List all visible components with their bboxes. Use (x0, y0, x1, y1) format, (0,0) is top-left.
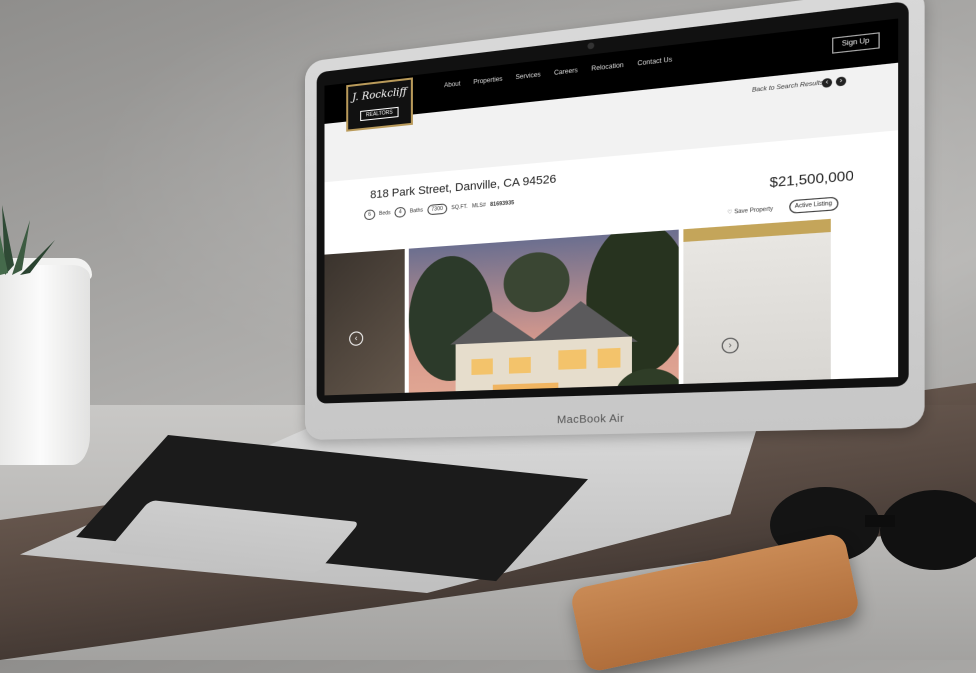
chevron-right-icon[interactable]: › (835, 76, 847, 87)
property-address: 818 Park Street, Danville, CA 94526 (370, 172, 557, 202)
mls-number: 81693935 (490, 199, 515, 209)
nav-properties[interactable]: Properties (473, 76, 502, 86)
gallery-photo-next[interactable]: › (683, 218, 831, 396)
heart-icon: ♡ (727, 209, 733, 217)
baths-count: 4 (394, 206, 406, 218)
chevron-right-icon[interactable]: › (721, 337, 739, 354)
site-logo[interactable]: J. Rockcliff REALTORS (346, 77, 413, 132)
sqft-value: 7300 (427, 203, 448, 216)
laptop-brand-label: MacBook Air (557, 413, 625, 427)
gallery-photo-prev[interactable]: ‹ (324, 248, 405, 396)
beds-label: Beds (379, 210, 391, 218)
baths-label: Baths (409, 207, 424, 215)
laptop-lid: About Properties Services Careers Reloca… (305, 0, 925, 440)
main-nav: About Properties Services Careers Reloca… (444, 57, 672, 89)
nav-relocation[interactable]: Relocation (591, 63, 623, 73)
property-specs: 6 Beds 4 Baths 7300 SQ.FT. MLS# 81693935 (364, 198, 515, 221)
save-property-link[interactable]: ♡ Save Property (727, 206, 773, 216)
photo-gallery: ‹ › (324, 214, 899, 396)
sqft-label: SQ.FT. (451, 203, 468, 212)
nav-about[interactable]: About (444, 81, 460, 89)
camera-icon (586, 42, 594, 50)
gallery-photo-main[interactable] (408, 229, 679, 396)
screen-bezel: About Properties Services Careers Reloca… (316, 0, 909, 404)
logo-sub: REALTORS (360, 106, 399, 122)
beds-count: 6 (364, 209, 376, 221)
chevron-left-icon[interactable]: ‹ (821, 77, 833, 88)
save-property-label: Save Property (734, 205, 774, 216)
house-photo (408, 229, 679, 396)
succulent-plant (0, 205, 55, 275)
property-price: $21,500,000 (769, 167, 854, 191)
plant-pot (0, 265, 90, 465)
mls-label: MLS# (471, 202, 486, 210)
nav-services[interactable]: Services (516, 72, 541, 81)
nav-contact-us[interactable]: Contact Us (637, 57, 672, 68)
website-screen: About Properties Services Careers Reloca… (324, 18, 899, 396)
logo-name: J. Rockcliff (352, 86, 407, 104)
sign-up-button[interactable]: Sign Up (831, 32, 880, 54)
nav-careers[interactable]: Careers (554, 68, 578, 77)
chevron-left-icon[interactable]: ‹ (349, 331, 364, 347)
status-badge: Active Listing (788, 196, 839, 214)
